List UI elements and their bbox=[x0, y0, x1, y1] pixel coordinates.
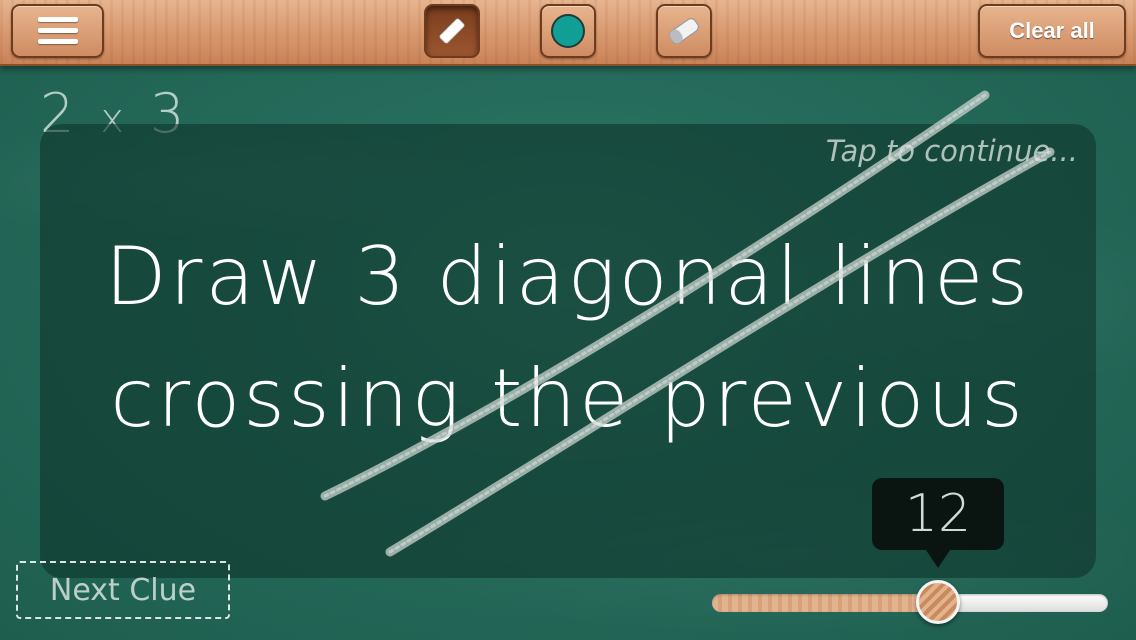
menu-button[interactable] bbox=[11, 4, 104, 58]
clue-line-1: Draw 3 diagonal lines bbox=[104, 230, 1032, 323]
chalk-icon bbox=[439, 18, 465, 44]
clear-all-button[interactable]: Clear all bbox=[978, 4, 1126, 58]
chalkboard-app[interactable]: Clear all 2x3 Tap to continue... Draw 3 … bbox=[0, 0, 1136, 640]
toolbar: Clear all bbox=[0, 0, 1136, 66]
eraser-icon bbox=[669, 18, 699, 44]
clue-instruction: Draw 3 diagonal lines crossing the previ… bbox=[40, 216, 1096, 460]
color-picker-button[interactable] bbox=[540, 4, 596, 58]
tap-to-continue-hint: Tap to continue... bbox=[825, 134, 1078, 168]
chalk-tool-button[interactable] bbox=[424, 4, 480, 58]
next-clue-button[interactable]: Next Clue bbox=[16, 561, 230, 619]
brush-size-slider[interactable] bbox=[712, 580, 1108, 624]
hamburger-menu-icon bbox=[37, 17, 78, 45]
brush-size-value-bubble: 12 bbox=[872, 478, 1004, 568]
brush-size-slider-fill bbox=[712, 594, 938, 612]
eraser-tool-button[interactable] bbox=[656, 4, 712, 58]
brush-size-slider-thumb[interactable] bbox=[915, 580, 960, 624]
clue-line-2: crossing the previous bbox=[110, 352, 1026, 445]
color-dot-icon bbox=[551, 14, 585, 48]
